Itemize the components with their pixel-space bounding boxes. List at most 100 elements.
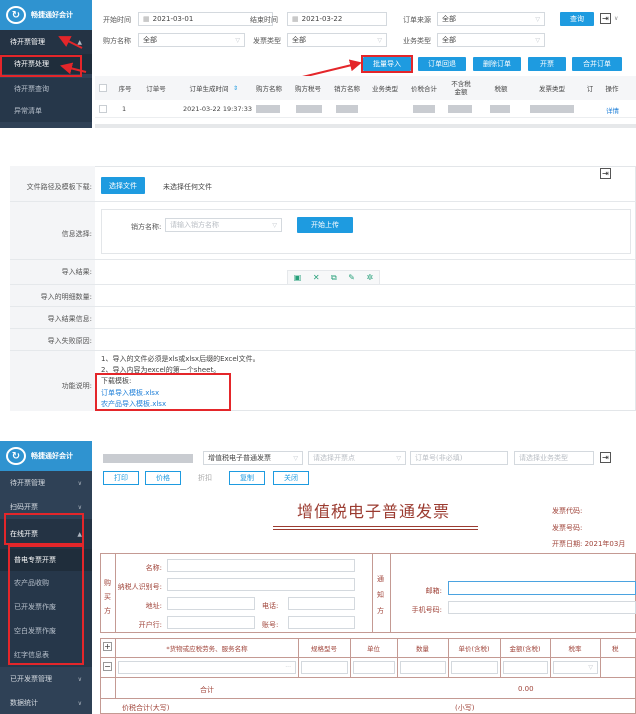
chevron-down-icon: ▽ (588, 664, 593, 671)
goods-name-input[interactable]: ··· (118, 661, 296, 674)
divider (10, 350, 636, 351)
divider (298, 638, 299, 678)
col-header: *货物或应税劳务、服务名称 (166, 645, 248, 653)
spec-input[interactable] (301, 661, 348, 674)
email-input[interactable] (448, 581, 636, 595)
select-all-checkbox[interactable] (99, 84, 107, 92)
divider (10, 306, 636, 307)
grand-total-small-label: (小写) (455, 704, 475, 712)
scrollbar[interactable] (95, 124, 636, 128)
redacted-value (448, 105, 472, 113)
copy-button[interactable]: 复制 (229, 471, 265, 485)
amount-input[interactable] (503, 661, 548, 674)
settings-icon[interactable]: ✲ (367, 273, 374, 282)
panel-pending-invoices: ↻ 畅捷通好会计 待开票管理 ▲ 待开票处理 待开票查询 异常清单 开始时间 ▦… (0, 0, 636, 128)
sidebar-item-pending-management[interactable]: 待开票管理 ∨ (0, 471, 92, 495)
col-header: 业务类型 (372, 85, 398, 93)
bank-input[interactable] (167, 616, 255, 629)
divider (397, 638, 398, 678)
more-icon[interactable]: ··· (285, 664, 291, 671)
start-upload-button[interactable]: 开始上传 (297, 217, 353, 233)
unit-price-input[interactable] (451, 661, 498, 674)
invoice-title: 增值税电子普通发票 (297, 502, 451, 521)
panel-import-dialog: ⇥ 文件路径及模板下载: 选择文件 未选择任何文件 信息选择: 销方名称: 请输… (0, 163, 636, 413)
info-label: 信息选择: (61, 230, 92, 238)
invoice-point-select[interactable]: 请选择开票点 ▽ (308, 451, 406, 465)
divider (600, 638, 601, 678)
seller-label: 销方名称: (131, 223, 162, 231)
divider (10, 284, 636, 285)
logo-icon: ↻ (6, 447, 26, 465)
buyer-name-input[interactable] (167, 559, 355, 572)
print-button[interactable]: 打印 (103, 471, 139, 485)
col-header: 规格型号 (311, 645, 337, 653)
label-column (10, 166, 95, 411)
name-label: 名称: (145, 564, 162, 572)
col-header: 金额(含税) (509, 645, 541, 653)
row-time: 2021-03-22 19:37:33 (183, 105, 253, 113)
seller-placeholder: 请输入销方名称 (170, 221, 219, 229)
phone-label: 电话: (262, 602, 279, 610)
unit-input[interactable] (353, 661, 395, 674)
highlight-box (95, 373, 231, 411)
col-header: 不含税金额 (451, 80, 471, 96)
choose-file-button[interactable]: 选择文件 (101, 177, 145, 194)
business-type-select[interactable]: 请选择业务类型 (514, 451, 594, 465)
copy-icon[interactable]: ⧉ (331, 273, 337, 283)
divider (372, 553, 373, 633)
redacted-value (336, 105, 358, 113)
col-header: 订 (586, 85, 594, 93)
grand-total-label: 价税合计(大写) (122, 704, 170, 712)
invoice-kind-value: 增值税电子普通发票 (208, 454, 271, 462)
redacted-value (103, 454, 193, 463)
col-header: 序号 (118, 85, 132, 93)
sidebar-item-statistics[interactable]: 数据统计 ∨ (0, 691, 92, 714)
quantity-input[interactable] (400, 661, 446, 674)
col-header: 购方税号 (295, 85, 321, 93)
total-value: 0.00 (518, 685, 534, 693)
app-name: 畅捷通好会计 (31, 452, 73, 460)
edit-icon[interactable]: ✎ (348, 273, 355, 282)
invoice-number-label: 发票号码: (552, 524, 583, 532)
screenshot-icon[interactable]: ▣ (294, 273, 302, 282)
expand-icon[interactable]: ✕ (313, 273, 320, 282)
invoice-kind-select[interactable]: 增值税电子普通发票 ▽ (203, 451, 303, 465)
detail-count-label: 导入的明细数量: (40, 293, 92, 301)
tax-rate-select[interactable]: ▽ (553, 661, 598, 674)
order-number-input[interactable]: 订单号(非必填) (410, 451, 508, 465)
no-file-text: 未选择任何文件 (163, 183, 212, 191)
close-button[interactable]: 关闭 (273, 471, 309, 485)
remove-row-icon[interactable]: − (103, 662, 112, 671)
detail-link[interactable]: 详情 (606, 105, 619, 115)
highlight-box (8, 545, 84, 665)
export-icon[interactable]: ⇥ (600, 452, 611, 463)
redacted-value (256, 105, 280, 113)
seller-name-select[interactable]: 请输入销方名称 ▽ (165, 218, 282, 232)
redacted-value (490, 105, 510, 113)
mobile-input[interactable] (448, 601, 636, 614)
chevron-down-icon: ▽ (396, 454, 401, 462)
sidebar-item-issued-management[interactable]: 已开发票管理 ∨ (0, 667, 92, 691)
row-checkbox[interactable] (99, 105, 107, 113)
col-header: 税 (612, 645, 619, 653)
sort-icon[interactable]: ⇕ (233, 85, 238, 92)
add-row-icon[interactable]: + (103, 642, 112, 651)
divider (100, 657, 636, 658)
col-header: 税率 (568, 645, 582, 653)
export-icon[interactable]: ⇥ (600, 168, 611, 179)
col-header: 操作 (605, 85, 619, 93)
divider (115, 638, 116, 698)
phone-input[interactable] (288, 597, 355, 610)
point-placeholder: 请选择开票点 (313, 454, 355, 462)
divider (100, 698, 636, 699)
account-input[interactable] (288, 616, 355, 629)
tax-id-input[interactable] (167, 578, 355, 591)
chevron-down-icon: ∨ (77, 479, 82, 487)
address-label: 地址: (145, 602, 162, 610)
col-header[interactable]: 订单生成时间 (184, 85, 234, 93)
price-button[interactable]: 价格 (145, 471, 181, 485)
discount-button[interactable]: 折扣 (187, 471, 223, 485)
address-input[interactable] (167, 597, 255, 610)
email-label: 邮箱: (425, 587, 442, 595)
divider (448, 638, 449, 678)
